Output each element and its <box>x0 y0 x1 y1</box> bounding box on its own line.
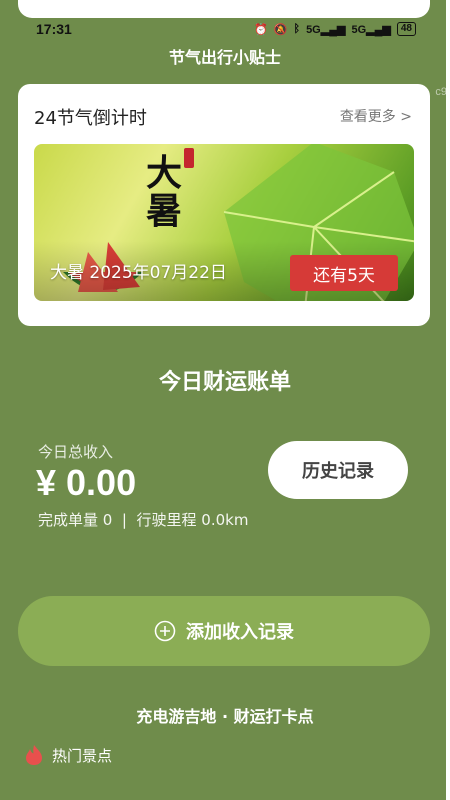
charging-heading: 充电游吉地 · 财运打卡点 <box>136 707 314 726</box>
mileage-label: 行驶里程 <box>136 511 197 529</box>
status-time: 17:31 <box>36 21 72 37</box>
trip-stats: 完成单量 0 | 行驶里程 0.0km <box>38 509 248 530</box>
status-icons: ⏰ 🔕 ᛒ 5G▂▄▆ 5G▂▄▆ 48 <box>254 22 416 36</box>
finance-heading: 今日财运账单 <box>158 370 291 395</box>
signal-2-icon: 5G▂▄▆ <box>351 23 391 36</box>
signal-1-icon: 5G▂▄▆ <box>306 23 346 36</box>
solar-term-card: 24节气倒计时 查看更多 > 大暑 大暑 2025年07月22日 还有5天 <box>18 84 430 326</box>
stats-separator: | <box>121 511 127 529</box>
term-name: 大暑 <box>50 263 84 283</box>
mileage-value: 0.0km <box>201 511 249 529</box>
income-label: 今日总收入 <box>38 443 114 461</box>
screen-title: 节气出行小贴士 <box>168 48 281 67</box>
countdown-badge: 还有5天 <box>290 255 398 291</box>
hot-spots-item[interactable]: 热门景点 <box>24 744 112 766</box>
term-calligraphy: 大暑 <box>145 152 182 232</box>
history-button[interactable]: 历史记录 <box>268 441 408 499</box>
status-bar: 17:31 ⏰ 🔕 ᛒ 5G▂▄▆ 5G▂▄▆ 48 <box>0 16 450 42</box>
scroll-edge <box>446 0 450 800</box>
hot-spots-label: 热门景点 <box>52 746 113 765</box>
plus-circle-icon <box>154 620 176 642</box>
battery-icon: 48 <box>396 22 416 36</box>
term-date-line: 大暑 2025年07月22日 <box>50 258 227 283</box>
alarm-icon: ⏰ <box>254 23 268 36</box>
add-income-button[interactable]: 添加收入记录 <box>18 596 430 666</box>
solar-term-banner[interactable]: 大暑 大暑 2025年07月22日 还有5天 <box>34 144 414 301</box>
mute-icon: 🔕 <box>273 23 288 36</box>
orders-value: 0 <box>102 511 113 529</box>
income-amount: ¥ 0.00 <box>36 462 137 503</box>
flame-icon <box>26 745 42 765</box>
bluetooth-icon: ᛒ <box>293 23 301 35</box>
term-date: 2025年07月22日 <box>89 263 227 283</box>
add-income-label: 添加收入记录 <box>186 622 294 643</box>
see-more-link[interactable]: 查看更多 > <box>340 106 412 126</box>
orders-label: 完成单量 <box>38 511 99 529</box>
solar-term-title: 24节气倒计时 <box>34 108 147 129</box>
